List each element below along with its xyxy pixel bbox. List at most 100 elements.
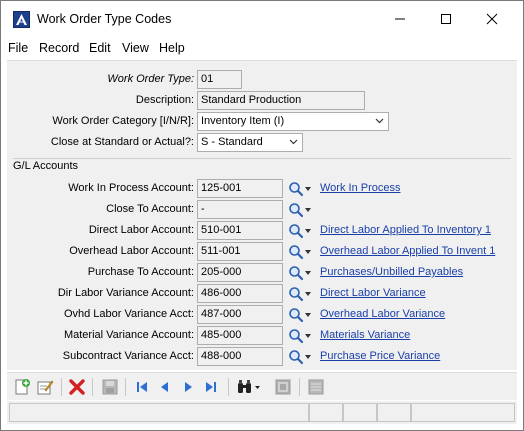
category-select[interactable]: Inventory Item (I) — [197, 112, 389, 131]
toolbar-separator — [299, 378, 300, 396]
close-at-select[interactable]: S - Standard — [197, 133, 303, 152]
toolbar — [7, 372, 517, 400]
description-field[interactable]: Standard Production — [197, 91, 365, 110]
account-lookup-button[interactable] — [286, 243, 312, 261]
gl-account-description-link[interactable]: Overhead Labor Applied To Invent 1 — [320, 245, 495, 257]
gl-account-description-link[interactable]: Purchase Price Variance — [320, 350, 440, 362]
gl-account-field[interactable]: - — [197, 200, 283, 219]
account-lookup-button[interactable] — [286, 348, 312, 366]
gl-account-label: Direct Labor Account: — [88, 224, 194, 236]
status-cell-message — [9, 403, 309, 422]
gl-account-field[interactable]: 487-000 — [197, 305, 283, 324]
minimize-button[interactable] — [377, 1, 423, 37]
list-icon[interactable] — [307, 378, 325, 396]
chevron-down-icon — [305, 229, 311, 233]
status-bar — [7, 401, 517, 424]
notes-icon[interactable] — [274, 378, 292, 396]
search-icon — [289, 203, 304, 218]
toolbar-separator — [228, 378, 229, 396]
search-icon — [289, 329, 304, 344]
close-button[interactable] — [469, 1, 515, 37]
menu-bar: File Record Edit View Help — [1, 37, 523, 58]
form-panel: Work Order Type: 01 Description: Standar… — [7, 60, 517, 370]
category-label: Work Order Category [I/N/R]: — [52, 115, 194, 127]
account-lookup-button[interactable] — [286, 222, 312, 240]
app-logo-icon — [13, 11, 30, 28]
menu-file[interactable]: File — [8, 41, 28, 55]
gl-account-label: Close To Account: — [106, 203, 194, 215]
work-order-type-field[interactable]: 01 — [197, 70, 242, 89]
gl-account-description-link[interactable]: Purchases/Unbilled Payables — [320, 266, 463, 278]
gl-account-label: Subcontract Variance Acct: — [62, 350, 194, 362]
gl-account-field[interactable]: 510-001 — [197, 221, 283, 240]
search-icon — [289, 182, 304, 197]
status-cell — [309, 403, 343, 422]
binoculars-icon[interactable] — [236, 378, 262, 396]
status-cell — [377, 403, 411, 422]
title-bar: Work Order Type Codes — [1, 1, 523, 37]
gl-account-description-link[interactable]: Direct Labor Applied To Inventory 1 — [320, 224, 491, 236]
chevron-down-icon — [305, 292, 311, 296]
gl-account-label: Ovhd Labor Variance Acct: — [63, 308, 194, 320]
work-order-type-label: Work Order Type: — [107, 73, 194, 85]
search-icon — [289, 350, 304, 365]
toolbar-separator — [92, 378, 93, 396]
gl-account-description-link[interactable]: Work In Process — [320, 182, 401, 194]
chevron-down-icon — [375, 118, 384, 124]
close-at-value: S - Standard — [201, 136, 263, 148]
gl-account-field[interactable]: 486-000 — [197, 284, 283, 303]
gl-account-field[interactable]: 205-000 — [197, 263, 283, 282]
toolbar-separator — [61, 378, 62, 396]
gl-account-description-link[interactable]: Direct Labor Variance — [320, 287, 426, 299]
chevron-down-icon — [305, 250, 311, 254]
search-icon — [289, 308, 304, 323]
gl-account-description-link[interactable]: Overhead Labor Variance — [320, 308, 445, 320]
account-lookup-button[interactable] — [286, 285, 312, 303]
account-lookup-button[interactable] — [286, 180, 312, 198]
status-cell — [343, 403, 377, 422]
gl-account-label: Dir Labor Variance Account: — [57, 287, 194, 299]
search-icon — [289, 266, 304, 281]
gl-account-field[interactable]: 488-000 — [197, 347, 283, 366]
next-record-icon[interactable] — [179, 378, 197, 396]
chevron-down-icon — [305, 271, 311, 275]
save-icon[interactable] — [101, 378, 119, 396]
gl-section-divider — [13, 158, 511, 159]
search-icon — [289, 245, 304, 260]
category-value: Inventory Item (I) — [201, 115, 285, 127]
last-record-icon[interactable] — [202, 378, 220, 396]
toolbar-separator — [125, 378, 126, 396]
gl-account-description-link[interactable]: Materials Variance — [320, 329, 410, 341]
menu-record[interactable]: Record — [39, 41, 79, 55]
chevron-down-icon — [305, 187, 311, 191]
account-lookup-button[interactable] — [286, 201, 312, 219]
chevron-down-icon — [305, 334, 311, 338]
previous-record-icon[interactable] — [156, 378, 174, 396]
gl-account-field[interactable]: 125-001 — [197, 179, 283, 198]
gl-account-label: Work In Process Account: — [68, 182, 194, 194]
new-record-icon[interactable] — [13, 378, 31, 396]
chevron-down-icon — [305, 208, 311, 212]
gl-account-field[interactable]: 511-001 — [197, 242, 283, 261]
chevron-down-icon — [289, 139, 298, 145]
menu-help[interactable]: Help — [159, 41, 185, 55]
gl-section-label: G/L Accounts — [13, 160, 79, 172]
gl-account-label: Purchase To Account: — [87, 266, 194, 278]
gl-account-label: Overhead Labor Account: — [69, 245, 194, 257]
first-record-icon[interactable] — [133, 378, 151, 396]
account-lookup-button[interactable] — [286, 306, 312, 324]
window-title: Work Order Type Codes — [37, 12, 172, 26]
description-label: Description: — [135, 94, 194, 106]
gl-account-field[interactable]: 485-000 — [197, 326, 283, 345]
menu-view[interactable]: View — [122, 41, 149, 55]
status-cell — [411, 403, 515, 422]
menu-edit[interactable]: Edit — [89, 41, 111, 55]
delete-icon[interactable] — [68, 378, 86, 396]
chevron-down-icon — [305, 355, 311, 359]
edit-record-icon[interactable] — [36, 378, 54, 396]
gl-account-label: Material Variance Account: — [63, 329, 194, 341]
account-lookup-button[interactable] — [286, 327, 312, 345]
account-lookup-button[interactable] — [286, 264, 312, 282]
maximize-button[interactable] — [423, 1, 469, 37]
close-at-label: Close at Standard or Actual?: — [50, 136, 194, 148]
